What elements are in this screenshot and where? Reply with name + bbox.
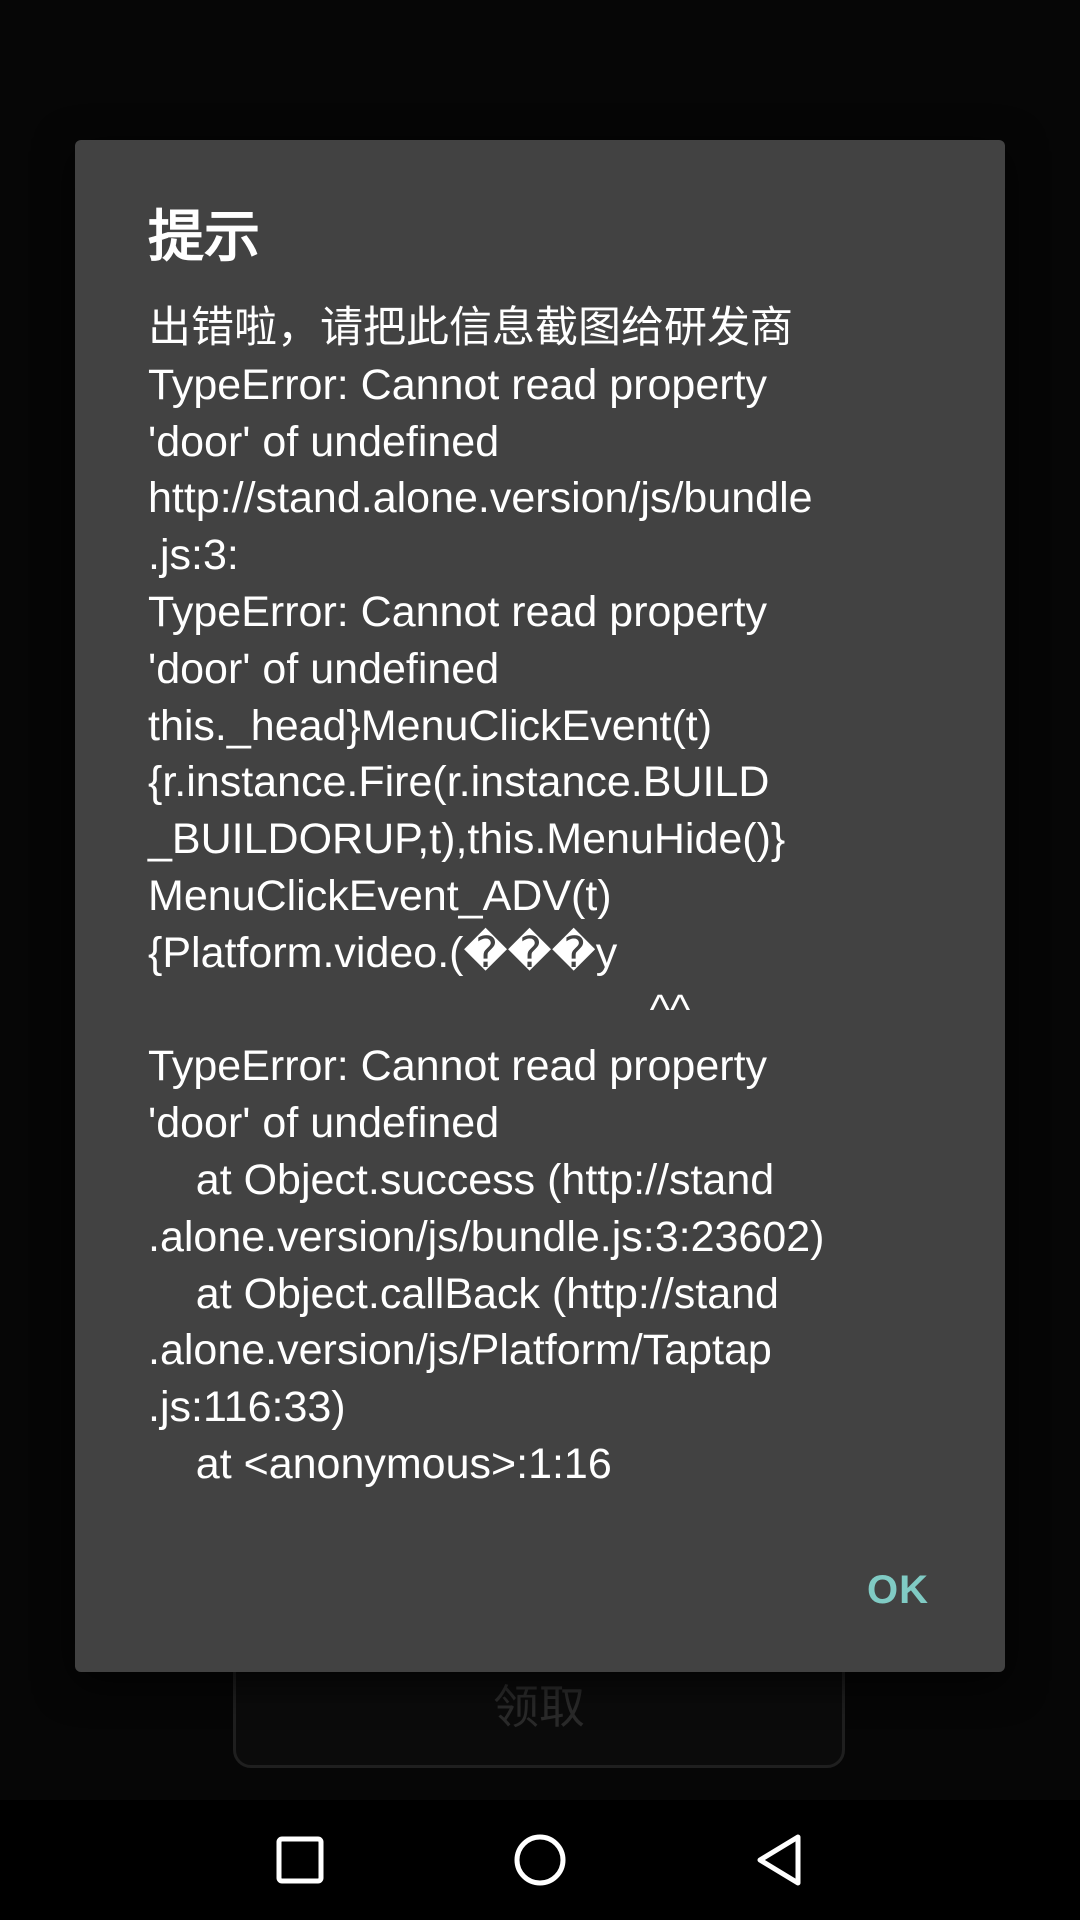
error-dialog: 提示 出错啦，请把此信息截图给研发商 TypeError: Cannot rea… bbox=[75, 140, 1005, 1672]
message-line: MenuClickEvent_ADV(t) bbox=[148, 871, 612, 920]
message-line: at <anonymous>:1:16 bbox=[148, 1439, 612, 1488]
message-line: TypeError: Cannot read property bbox=[148, 587, 768, 636]
back-icon bbox=[757, 1834, 801, 1886]
background-claim-label: 领取 bbox=[493, 1680, 585, 1734]
message-line: TypeError: Cannot read property bbox=[148, 1042, 768, 1091]
message-line: 'door' of undefined bbox=[148, 644, 500, 693]
message-line: http://stand.alone.version/js/bundle bbox=[148, 474, 813, 523]
message-line: {r.instance.Fire(r.instance.BUILD bbox=[148, 758, 770, 807]
recents-button[interactable] bbox=[240, 1800, 360, 1920]
navigation-bar bbox=[0, 1800, 1080, 1920]
dialog-message: 出错啦，请把此信息截图给研发商 TypeError: Cannot read p… bbox=[148, 300, 948, 1493]
home-button[interactable] bbox=[480, 1800, 600, 1920]
dialog-title: 提示 bbox=[148, 205, 260, 270]
back-button[interactable] bbox=[720, 1800, 840, 1920]
message-line: .alone.version/js/bundle.js:3:23602) bbox=[148, 1212, 825, 1261]
message-line: {Platform.video.(���y bbox=[148, 928, 618, 977]
recents-icon bbox=[276, 1836, 324, 1884]
message-line: .js:116:33) bbox=[148, 1383, 346, 1432]
message-line: .js:3: bbox=[148, 531, 239, 580]
message-line: this._head}MenuClickEvent(t) bbox=[148, 701, 713, 750]
message-line: ^^ bbox=[148, 985, 691, 1034]
screen: 领取 提示 出错啦，请把此信息截图给研发商 TypeError: Cannot … bbox=[0, 0, 1080, 1920]
message-line: _BUILDORUP,t),this.MenuHide()} bbox=[148, 815, 786, 864]
message-line: TypeError: Cannot read property bbox=[148, 360, 768, 409]
message-line: 'door' of undefined bbox=[148, 1099, 500, 1148]
ok-button[interactable]: OK bbox=[853, 1560, 943, 1621]
message-line: at Object.success (http://stand bbox=[148, 1155, 775, 1204]
message-line: at Object.callBack (http://stand bbox=[148, 1269, 779, 1318]
message-line: 出错啦，请把此信息截图给研发商 bbox=[148, 304, 793, 352]
message-line: .alone.version/js/Platform/Taptap bbox=[148, 1326, 772, 1375]
home-icon bbox=[514, 1834, 566, 1886]
message-line: 'door' of undefined bbox=[148, 417, 500, 466]
